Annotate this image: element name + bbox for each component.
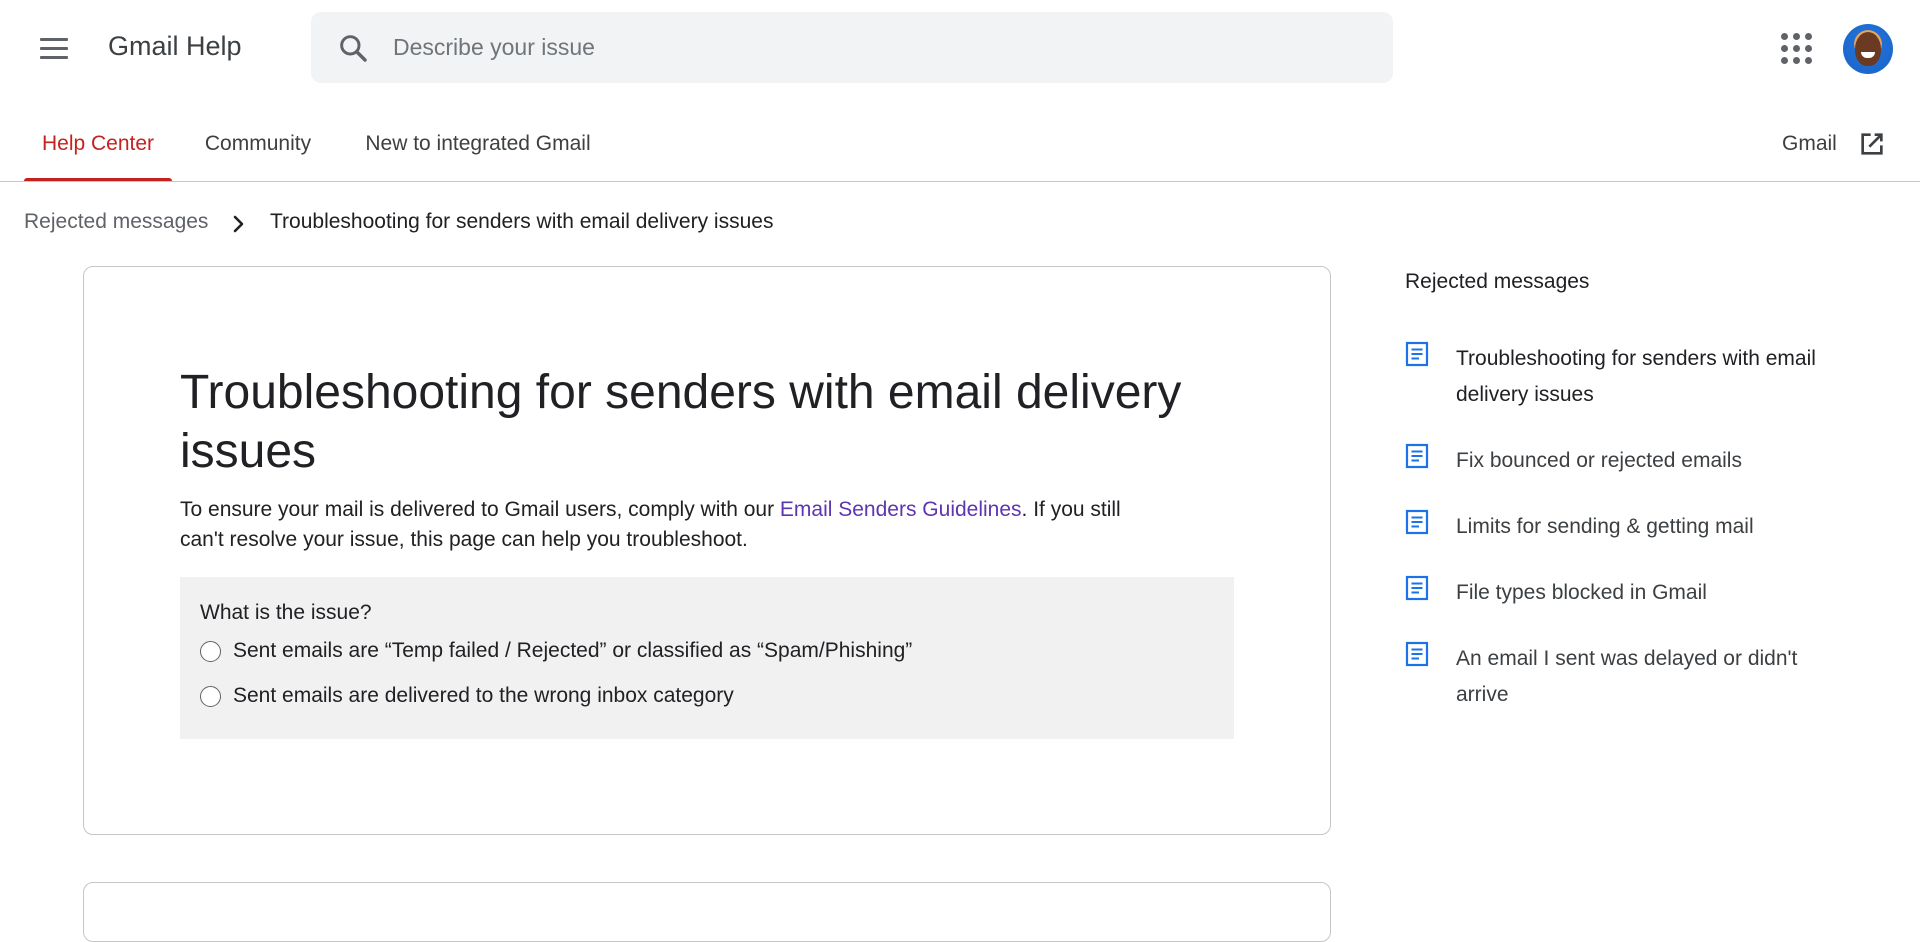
tab-help-center[interactable]: Help Center	[24, 106, 172, 182]
article-icon	[1405, 443, 1429, 469]
tab-new-to-integrated-gmail[interactable]: New to integrated Gmail	[346, 106, 610, 182]
sidebar-title: Rejected messages	[1405, 270, 1590, 293]
open-in-new-icon[interactable]	[1856, 128, 1888, 160]
article-card: Troubleshooting for senders with email d…	[83, 266, 1331, 835]
radio-button[interactable]	[200, 640, 221, 662]
main-menu-button[interactable]	[30, 28, 78, 68]
avatar[interactable]	[1843, 24, 1893, 74]
sidebar-item-label: An email I sent was delayed or didn't ar…	[1456, 647, 1798, 706]
sidebar-item-troubleshooting[interactable]: Troubleshooting for senders with email d…	[1405, 341, 1825, 413]
article-icon	[1405, 641, 1429, 667]
sidebar-item-limits[interactable]: Limits for sending & getting mail	[1405, 509, 1825, 545]
nav-tabs: Help Center Community New to integrated …	[0, 106, 1920, 182]
avatar-face	[1855, 32, 1881, 66]
option-label: Sent emails are “Temp failed / Rejected”…	[233, 639, 913, 662]
issue-option-temp-failed[interactable]: Sent emails are “Temp failed / Rejected”…	[200, 637, 912, 665]
article-intro: To ensure your mail is delivered to Gmai…	[180, 495, 1140, 555]
menu-icon-bar	[40, 55, 68, 59]
header-divider	[0, 181, 1920, 182]
sidebar-item-delayed[interactable]: An email I sent was delayed or didn't ar…	[1405, 641, 1825, 713]
sidebar-item-file-types[interactable]: File types blocked in Gmail	[1405, 575, 1825, 611]
intro-text-before: To ensure your mail is delivered to Gmai…	[180, 498, 780, 521]
sidebar-item-label: File types blocked in Gmail	[1456, 581, 1707, 604]
email-senders-guidelines-link[interactable]: Email Senders Guidelines	[780, 498, 1022, 521]
issue-question: What is the issue?	[200, 601, 372, 624]
issue-selector: What is the issue? Sent emails are “Temp…	[180, 577, 1234, 739]
article-title: Troubleshooting for senders with email d…	[180, 366, 1182, 478]
gmail-link[interactable]: Gmail	[1782, 106, 1837, 182]
breadcrumb-current[interactable]: Troubleshooting for senders with email d…	[270, 210, 773, 234]
article-icon	[1405, 575, 1429, 601]
option-label: Sent emails are delivered to the wrong i…	[233, 684, 734, 707]
chevron-right-icon	[233, 215, 244, 233]
breadcrumb-parent[interactable]: Rejected messages	[24, 210, 208, 234]
app-title[interactable]: Gmail Help	[108, 31, 242, 62]
article-icon	[1405, 509, 1429, 535]
search-bar[interactable]	[311, 12, 1393, 83]
next-card	[83, 882, 1331, 942]
radio-button[interactable]	[200, 685, 221, 707]
top-bar: Gmail Help	[0, 0, 1920, 96]
sidebar-item-fix-bounced[interactable]: Fix bounced or rejected emails	[1405, 443, 1825, 479]
tab-community[interactable]: Community	[188, 106, 328, 182]
menu-icon-bar	[40, 46, 68, 50]
apps-icon[interactable]	[1779, 32, 1813, 64]
menu-icon-bar	[40, 37, 68, 41]
sidebar-item-label: Fix bounced or rejected emails	[1456, 449, 1742, 472]
search-icon[interactable]	[337, 32, 369, 64]
sidebar-item-label: Troubleshooting for senders with email d…	[1456, 347, 1816, 406]
issue-option-wrong-category[interactable]: Sent emails are delivered to the wrong i…	[200, 682, 734, 710]
article-icon	[1405, 341, 1429, 367]
search-input[interactable]	[393, 12, 1353, 83]
sidebar-item-label: Limits for sending & getting mail	[1456, 515, 1754, 538]
